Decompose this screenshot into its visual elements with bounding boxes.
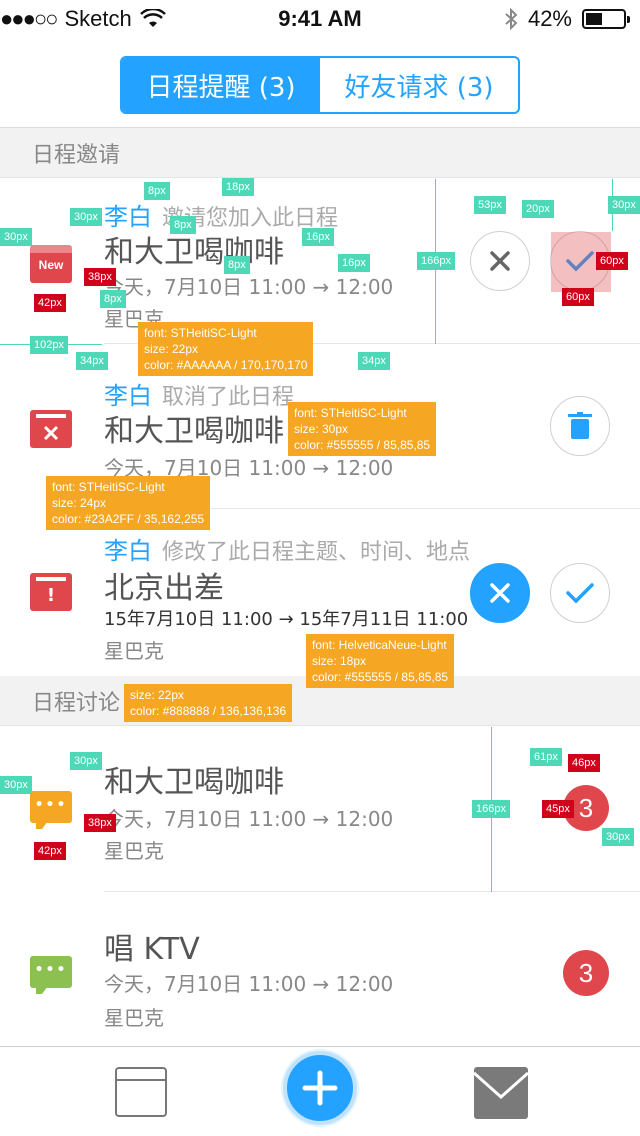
measure-tag: 42px	[34, 842, 66, 860]
event-title: 和大卫喝咖啡	[104, 765, 284, 800]
trash-icon	[568, 412, 592, 439]
event-time: 今天，7月10日 11:00 → 12:00	[104, 972, 394, 996]
measure-tag: 53px	[474, 196, 506, 214]
measure-tag: 166px	[472, 800, 510, 818]
measure-tag: 38px	[84, 814, 116, 832]
decline-button[interactable]	[470, 563, 530, 623]
chat-green-icon: •••	[30, 956, 72, 994]
event-time: 今天，7月10日 11:00 → 12:00	[104, 807, 394, 831]
add-button[interactable]	[283, 1051, 357, 1125]
measure-tag: 30px	[0, 776, 32, 794]
font-annotation: font: STHeitiSC-Light size: 24px color: #2…	[46, 476, 211, 530]
bluetooth-icon	[505, 8, 518, 30]
close-icon	[490, 583, 510, 603]
measure-tag: 8px	[224, 256, 250, 274]
measure-tag: 46px	[568, 754, 600, 772]
event-time: 15年7月10日 11:00 → 15年7月11日 11:00	[104, 609, 469, 630]
calendar-icon	[117, 1079, 165, 1081]
section-header-invites: 日程邀请	[0, 128, 640, 178]
battery-icon	[582, 9, 630, 29]
tab-calendar[interactable]	[115, 1067, 167, 1117]
calendar-alert-icon: !	[30, 573, 72, 611]
tab-reminders[interactable]: 日程提醒 (3)	[122, 58, 320, 112]
discussion-row-2[interactable]: ••• 唱 KTV 今天，7月10日 11:00 → 12:00 星巴克 3	[0, 892, 640, 1046]
status-bar: ●●●○○ Sketch 9:41 AM 42%	[0, 0, 640, 40]
battery-percent: 42%	[527, 6, 572, 31]
measure-tag: 8px	[170, 216, 196, 234]
measure-tag: 38px	[84, 268, 116, 286]
inviter-name[interactable]: 李白	[104, 537, 152, 565]
accept-button[interactable]	[550, 563, 610, 623]
measure-tag: 20px	[522, 200, 554, 218]
measure-tag: 30px	[0, 228, 32, 246]
event-time: 今天，7月10日 11:00 → 12:00	[104, 275, 394, 299]
event-title: 和大卫喝咖啡	[104, 414, 284, 449]
inviter-action: 修改了此日程主题、时间、地点	[162, 540, 471, 565]
measure-tag: 30px	[602, 828, 634, 846]
delete-button[interactable]	[550, 396, 610, 456]
measure-tag: 102px	[30, 336, 68, 354]
measure-tag: 166px	[417, 252, 455, 270]
font-annotation: font: HelveticaNeue-Light size: 18px color…	[306, 634, 455, 688]
tab-friend-requests[interactable]: 好友请求 (3)	[320, 58, 518, 112]
inviter-line: 李白 修改了此日程主题、时间、地点	[104, 531, 470, 566]
mail-icon	[474, 1071, 528, 1100]
segmented-control: 日程提醒 (3) 好友请求 (3)	[120, 56, 520, 114]
measure-tag: 18px	[222, 178, 254, 196]
measure-tag: 16px	[302, 228, 334, 246]
font-annotation: font: STHeitiSC-Light size: 22px color: #A…	[138, 322, 314, 376]
measure-tag: 61px	[530, 748, 562, 766]
measure-tag: 60px	[562, 288, 594, 306]
event-place: 星巴克	[104, 639, 164, 663]
chat-orange-icon: •••	[30, 791, 72, 829]
measure-tag: 30px	[608, 196, 640, 214]
tab-bar	[0, 1046, 640, 1136]
event-title: 唱 KTV	[104, 932, 200, 967]
measure-tag: 8px	[144, 182, 170, 200]
measure-tag: 8px	[100, 290, 126, 308]
plus-icon	[302, 1070, 338, 1106]
calendar-cancel-icon	[30, 410, 72, 448]
measure-tag: 16px	[338, 254, 370, 272]
measure-tag: 42px	[34, 294, 66, 312]
event-place: 星巴克	[104, 1006, 164, 1030]
measure-tag: 34px	[358, 352, 390, 370]
event-title: 北京出差	[104, 571, 224, 606]
calendar-new-icon: New	[30, 245, 72, 283]
font-annotation: size: 22px color: #888888 / 136,136,136	[124, 684, 293, 722]
measure-tag: 60px	[596, 252, 628, 270]
new-badge: New	[38, 258, 64, 272]
measure-tag: 34px	[76, 352, 108, 370]
measure-tag: 30px	[70, 752, 102, 770]
event-place: 星巴克	[104, 839, 164, 863]
close-icon	[490, 251, 510, 271]
tab-messages[interactable]	[474, 1067, 528, 1119]
measure-tag: 45px	[542, 800, 574, 818]
unread-count-badge: 3	[563, 950, 609, 996]
decline-button[interactable]	[470, 231, 530, 291]
measure-tag: 30px	[70, 208, 102, 226]
font-annotation: font: STHeitiSC-Light size: 30px color: #5…	[288, 402, 437, 456]
check-icon	[566, 583, 594, 604]
